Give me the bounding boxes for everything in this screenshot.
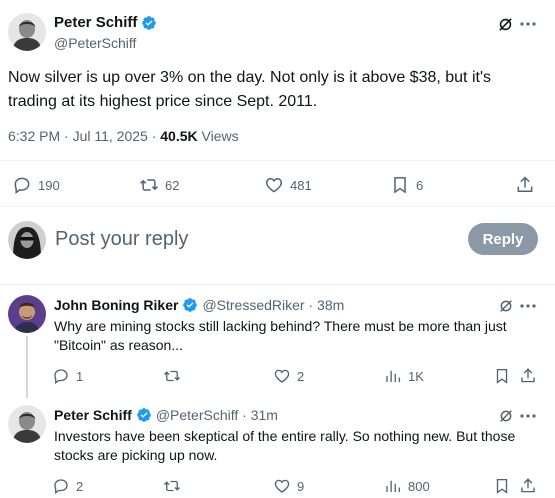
like-action[interactable]: 481 [264, 175, 312, 195]
reply-text-line: stocks are picking up now. [54, 447, 218, 463]
reply-author-avatar[interactable] [8, 405, 46, 443]
reply-text: Why are mining stocks still lacking behi… [54, 317, 507, 355]
current-user-avatar[interactable] [8, 221, 46, 259]
reply-count: 1 [76, 368, 84, 384]
reply-count: 190 [38, 177, 60, 193]
views-action[interactable]: 800 [384, 477, 430, 495]
repost-action[interactable] [163, 477, 187, 495]
repost-icon [163, 477, 181, 495]
tweet-text: Now silver is up over 3% on the day. Not… [8, 66, 491, 114]
repost-action[interactable]: 62 [139, 175, 179, 195]
share-icon[interactable] [515, 175, 535, 195]
author-name[interactable]: Peter Schiff [54, 14, 137, 31]
share-icon[interactable] [519, 477, 537, 495]
repost-icon [163, 367, 181, 385]
reply-time[interactable]: · 31m [238, 407, 278, 423]
reply-author-handle[interactable]: @StressedRiker [202, 297, 304, 313]
author-handle[interactable]: @PeterSchiff [54, 35, 136, 51]
like-count: 2 [297, 368, 305, 384]
reply-time[interactable]: · 38m [305, 297, 344, 313]
reply-action[interactable]: 1 [52, 367, 83, 385]
like-icon [264, 175, 284, 195]
views-count: 1K [408, 368, 424, 384]
bookmark-icon[interactable] [493, 367, 511, 385]
bookmark-icon[interactable] [493, 477, 511, 495]
share-icon[interactable] [519, 367, 537, 385]
repost-icon [139, 175, 159, 195]
reply-author-name[interactable]: Peter Schiff [54, 407, 132, 423]
like-count: 481 [290, 177, 312, 193]
reply-composer-input[interactable]: Post your reply [55, 228, 188, 251]
reply-text-line: Why are mining stocks still lacking behi… [54, 318, 507, 334]
grok-icon[interactable] [498, 298, 514, 314]
divider [0, 160, 555, 161]
author-avatar[interactable] [8, 13, 46, 51]
grok-icon[interactable] [498, 408, 514, 424]
reply-author-avatar[interactable] [8, 295, 46, 333]
tweet-meta: 6:32 PM · Jul 11, 2025 · 40.5K Views [8, 128, 239, 144]
views-count: 800 [408, 478, 430, 494]
reply-action[interactable]: 2 [52, 477, 83, 495]
tweet-text-line: trading at its highest price since Sept.… [8, 93, 318, 110]
tweet-text-line: Now silver is up over 3% on the day. Not… [8, 69, 491, 86]
like-count: 9 [297, 478, 305, 494]
bookmark-icon [390, 175, 410, 195]
grok-icon[interactable] [497, 16, 514, 33]
like-icon [273, 477, 291, 495]
like-action[interactable]: 2 [273, 367, 304, 385]
bookmark-count: 6 [416, 177, 424, 193]
views-icon [384, 367, 402, 385]
reply-text-line: Investors have been skeptical of the ent… [54, 428, 516, 444]
like-icon [273, 367, 291, 385]
repost-action[interactable] [163, 367, 187, 385]
thread-connector [26, 336, 28, 398]
timestamp[interactable]: 6:32 PM · Jul 11, 2025 · [8, 128, 160, 144]
views-label: Views [197, 128, 239, 144]
verified-badge-icon [182, 297, 198, 313]
repost-count: 62 [165, 177, 180, 193]
divider [0, 206, 555, 207]
verified-badge-icon [136, 407, 152, 423]
reply-icon [52, 367, 70, 385]
more-icon[interactable] [520, 304, 536, 308]
views-action[interactable]: 1K [384, 367, 424, 385]
verified-badge-icon [141, 15, 157, 31]
reply-author-handle[interactable]: @PeterSchiff [156, 407, 238, 423]
bookmark-action[interactable]: 6 [390, 175, 423, 195]
reply-text: Investors have been skeptical of the ent… [54, 427, 515, 465]
reply-count: 2 [76, 478, 84, 494]
reply-action[interactable]: 190 [12, 175, 60, 195]
divider [0, 284, 555, 285]
reply-author-name[interactable]: John Boning Riker [54, 297, 178, 313]
reply-icon [12, 175, 32, 195]
reply-icon [52, 477, 70, 495]
reply-button[interactable]: Reply [468, 223, 538, 255]
views-count: 40.5K [160, 128, 198, 144]
like-action[interactable]: 9 [273, 477, 304, 495]
reply-text-line: "Bitcoin" as reason... [54, 337, 184, 353]
more-icon[interactable] [520, 414, 536, 418]
more-icon[interactable] [520, 22, 536, 26]
views-icon [384, 477, 402, 495]
